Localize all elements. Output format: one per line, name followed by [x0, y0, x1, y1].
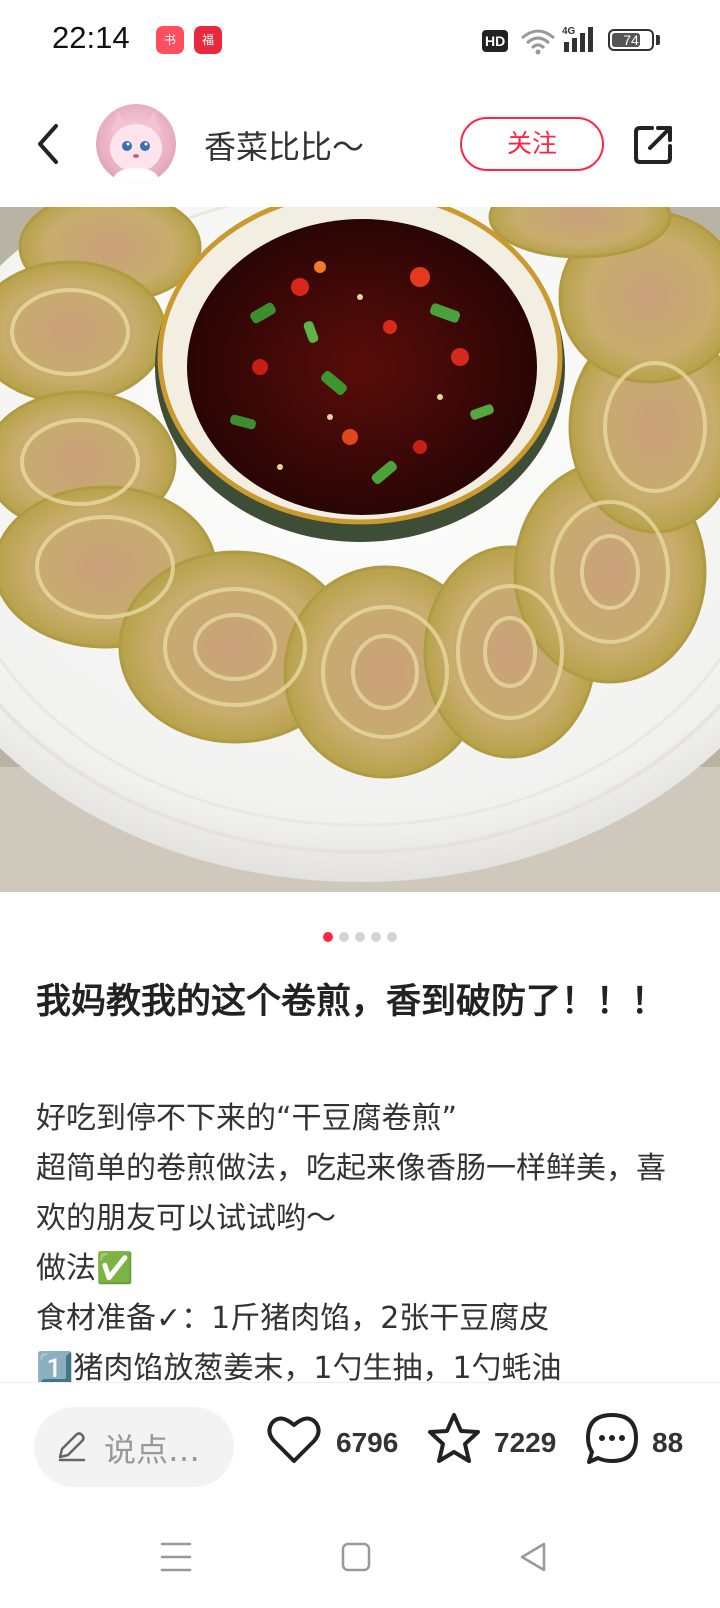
collects-count: 7229 — [494, 1427, 557, 1458]
share-external-icon[interactable] — [630, 120, 678, 168]
image-pagination-dots — [0, 932, 720, 942]
likes-count: 6796 — [336, 1427, 399, 1458]
festival-app-icon: 福 — [194, 26, 222, 54]
post-body: 好吃到停不下来的“干豆腐卷煎” 超简单的卷煎做法，吃起来像香肠一样鲜美，喜欢的朋… — [36, 1094, 686, 1382]
menu-icon[interactable] — [160, 1540, 192, 1574]
comment-placeholder: 说点… — [104, 1431, 201, 1469]
chevron-left-icon[interactable] — [28, 118, 68, 170]
home-square-icon[interactable] — [340, 1540, 372, 1574]
engagement-bar: 说点… 6796 7229 88 — [0, 1382, 720, 1503]
status-time: 22:14 — [52, 20, 130, 55]
avatar-fox-illustration — [110, 112, 162, 184]
author-avatar[interactable] — [96, 104, 176, 184]
back-triangle-icon[interactable] — [518, 1540, 550, 1574]
post-title: 我妈教我的这个卷煎，香到破防了！！！ — [36, 982, 667, 1022]
battery-level-text: 74 — [623, 32, 639, 48]
pagination-dot — [339, 932, 349, 942]
hd-badge: HD — [482, 30, 509, 52]
follow-button[interactable]: 关注 — [460, 117, 604, 171]
wifi-icon — [521, 29, 555, 55]
star-icon — [428, 1413, 480, 1463]
chat-bubble-icon — [586, 1413, 638, 1464]
post-body-line: 好吃到停不下来的“干豆腐卷煎” — [36, 1101, 458, 1136]
cellular-signal-icon: 4G — [562, 26, 593, 52]
comments-count: 88 — [652, 1427, 684, 1458]
pagination-dot — [323, 932, 333, 942]
pagination-dot — [371, 932, 381, 942]
battery-cap — [656, 35, 660, 45]
post-body-line: 食材准备✓：1斤猪肉馅，2张干豆腐皮 — [36, 1301, 550, 1336]
heart-icon — [267, 1416, 321, 1463]
status-bar: 22:14 书 福 HD 4G 74 — [0, 0, 720, 84]
pagination-dot — [355, 932, 365, 942]
comment-input[interactable]: 说点… — [34, 1407, 234, 1487]
post-body-line: 1️⃣猪肉馅放葱姜末，1勺生抽，1勺蚝油 — [36, 1351, 562, 1382]
post-body-line: 超简单的卷煎做法，吃起来像香肠一样鲜美，喜欢的朋友可以试试哟～ — [36, 1151, 666, 1236]
post-body-line: 做法✅ — [36, 1251, 134, 1286]
pagination-dot — [387, 932, 397, 942]
post-header: 香菜比比～ 关注 — [0, 96, 720, 192]
svg-text:4G: 4G — [562, 26, 576, 37]
xiaohongshu-app-icon: 书 — [156, 26, 184, 54]
pencil-icon — [58, 1432, 86, 1462]
author-name[interactable]: 香菜比比～ — [204, 122, 364, 168]
food-photo-illustration — [0, 207, 720, 892]
system-navigation-bar — [0, 1502, 720, 1608]
post-image[interactable] — [0, 207, 720, 892]
